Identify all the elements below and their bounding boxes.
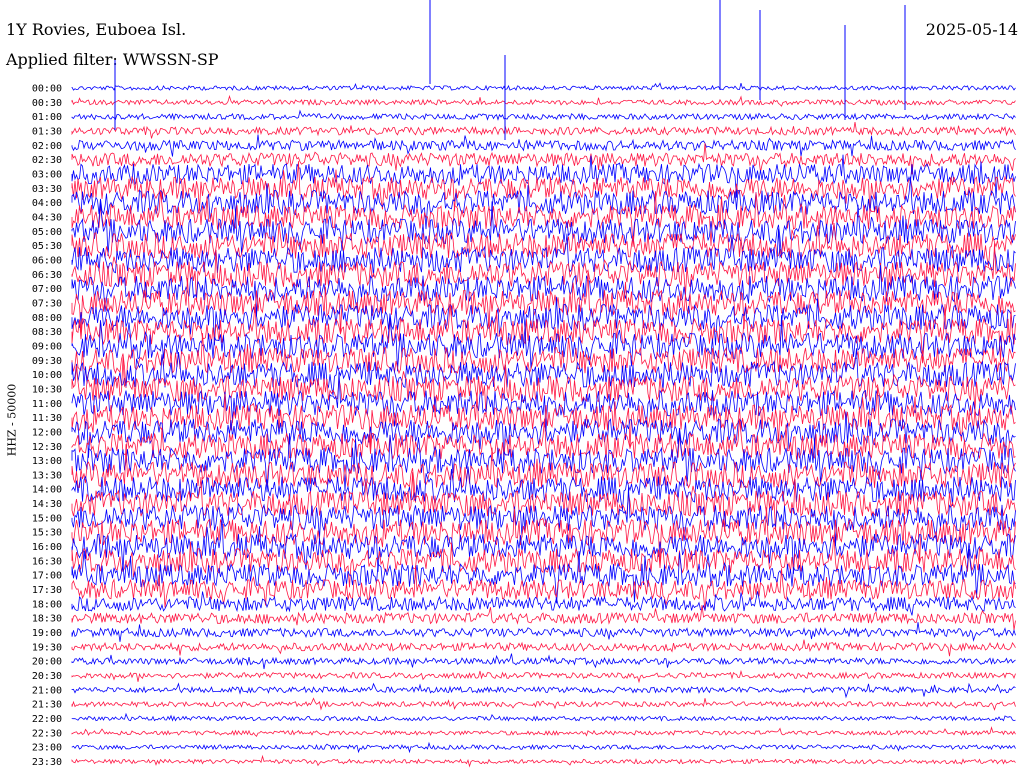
row-time-label: 09:00 <box>32 341 62 352</box>
row-time-label: 16:30 <box>32 556 62 567</box>
row-time-label: 07:30 <box>32 298 62 309</box>
seismic-trace <box>71 134 1016 157</box>
seismic-trace <box>71 265 1016 317</box>
helicorder-plot: 00:00 00:30 01:00 01:30 02:00 02:30 03:00 03:30… <box>32 0 1016 768</box>
seismic-trace <box>71 712 1016 722</box>
row-time-label: 16:00 <box>32 542 62 553</box>
row-time-label: 21:30 <box>32 700 62 711</box>
row-time-label: 22:30 <box>32 728 62 739</box>
row-time-label: 14:30 <box>32 499 62 510</box>
row-time-label: 13:30 <box>32 470 62 481</box>
row-time-label: 15:00 <box>32 513 62 524</box>
row-time-label: 01:00 <box>32 112 62 123</box>
row-time-label: 17:00 <box>32 571 62 582</box>
seismic-trace <box>71 653 1016 670</box>
seismic-trace <box>71 726 1016 737</box>
row-time-label: 07:00 <box>32 284 62 295</box>
row-time-label: 19:00 <box>32 628 62 639</box>
seismic-trace <box>71 94 1016 107</box>
row-time-label: 18:00 <box>32 599 62 610</box>
row-time-label: 20:30 <box>32 671 62 682</box>
seismic-trace <box>71 669 1016 684</box>
row-time-label: 08:00 <box>32 313 62 324</box>
row-time-label: 11:00 <box>32 399 62 410</box>
row-time-label: 12:00 <box>32 427 62 438</box>
seismic-trace <box>71 411 1016 461</box>
row-time-label: 23:00 <box>32 743 62 754</box>
seismic-trace <box>71 466 1016 511</box>
seismic-trace <box>71 82 1016 92</box>
row-time-label: 01:30 <box>32 126 62 137</box>
seismic-trace <box>71 591 1016 616</box>
row-time-label: 05:00 <box>32 227 62 238</box>
helicorder-page: 1Y Rovies, Euboea Isl. Applied filter: W… <box>0 0 1024 780</box>
seismic-trace <box>71 121 1016 139</box>
row-time-label: 05:30 <box>32 241 62 252</box>
row-time-label: 04:00 <box>32 198 62 209</box>
row-time-label: 23:30 <box>32 757 62 768</box>
row-time-label: 10:00 <box>32 370 62 381</box>
row-time-label: 00:30 <box>32 98 62 109</box>
seismic-trace <box>71 109 1016 121</box>
seismic-trace <box>71 682 1016 699</box>
seismic-trace <box>71 605 1016 631</box>
seismic-trace <box>71 754 1016 768</box>
row-time-label: 09:30 <box>32 356 62 367</box>
row-time-label: 03:30 <box>32 184 62 195</box>
seismic-trace <box>71 697 1016 711</box>
row-time-label: 19:30 <box>32 642 62 653</box>
row-time-label: 10:30 <box>32 384 62 395</box>
row-time-label: 21:00 <box>32 685 62 696</box>
row-time-label: 11:30 <box>32 413 62 424</box>
row-time-label: 22:00 <box>32 714 62 725</box>
seismic-trace <box>71 741 1016 754</box>
row-time-label: 15:30 <box>32 528 62 539</box>
row-time-label: 03:00 <box>32 169 62 180</box>
row-time-label: 02:30 <box>32 155 62 166</box>
row-time-label: 12:30 <box>32 442 62 453</box>
row-time-label: 04:30 <box>32 212 62 223</box>
row-time-label: 17:30 <box>32 585 62 596</box>
row-time-label: 06:30 <box>32 270 62 281</box>
row-time-label: 06:00 <box>32 255 62 266</box>
row-time-label: 00:00 <box>32 84 62 95</box>
row-time-label: 08:30 <box>32 327 62 338</box>
seismic-trace <box>71 639 1016 657</box>
seismic-trace <box>71 622 1016 642</box>
row-time-label: 13:00 <box>32 456 62 467</box>
seismic-trace <box>71 190 1016 247</box>
row-time-label: 20:00 <box>32 657 62 668</box>
row-time-label: 14:00 <box>32 485 62 496</box>
row-time-label: 02:00 <box>32 141 62 152</box>
row-time-label: 18:30 <box>32 614 62 625</box>
